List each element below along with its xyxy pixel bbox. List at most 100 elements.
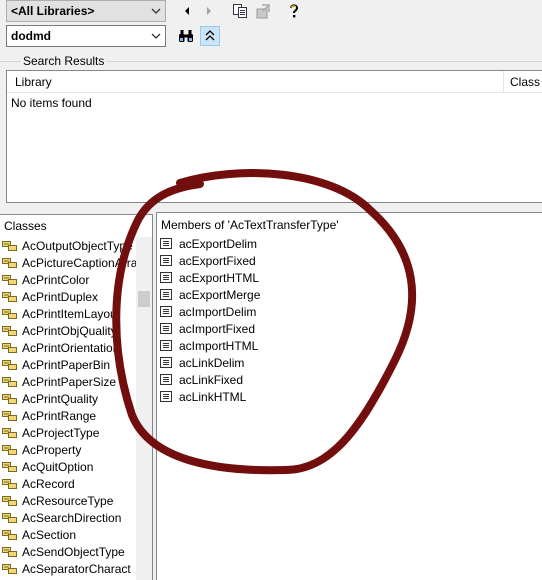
class-icon xyxy=(2,325,17,336)
class-icon xyxy=(2,563,17,574)
search-results-list[interactable]: Library Class No items found xyxy=(6,70,542,203)
class-list-item[interactable]: AcPrintDuplex xyxy=(0,288,137,305)
class-list-item[interactable]: AcPrintPaperBin xyxy=(0,356,137,373)
column-separator[interactable] xyxy=(503,71,504,92)
class-list-item[interactable]: AcPrintItemLayout xyxy=(0,305,137,322)
help-icon xyxy=(290,4,299,18)
member-name: acLinkFixed xyxy=(179,372,244,387)
forward-arrow-icon xyxy=(207,7,211,15)
chevron-up-icon xyxy=(205,30,215,41)
class-name: AcPrintObjQuality xyxy=(22,323,117,338)
classes-list[interactable]: AcOutputObjectType AcPictureCaptionArra Ac… xyxy=(0,237,137,580)
member-list-item[interactable]: acLinkHTML xyxy=(157,388,260,405)
members-pane: Members of 'AcTextTransferType' acExport… xyxy=(156,212,542,580)
class-icon xyxy=(2,478,17,489)
member-list-item[interactable]: acLinkFixed xyxy=(157,371,260,388)
member-list-item[interactable]: acImportDelim xyxy=(157,303,260,320)
class-list-item[interactable]: AcOutputObjectType xyxy=(0,237,137,254)
class-name: AcProjectType xyxy=(22,425,100,440)
members-list[interactable]: acExportDelim acExportFixed acExportHTML ac… xyxy=(157,235,260,405)
class-name: AcProperty xyxy=(22,442,82,457)
back-button[interactable] xyxy=(177,1,197,21)
class-name: AcSearchDirection xyxy=(22,510,122,525)
search-results-empty-text: No items found xyxy=(11,96,92,110)
class-icon xyxy=(2,410,17,421)
class-name: AcPrintQuality xyxy=(22,391,99,406)
class-name: AcPrintItemLayout xyxy=(22,306,121,321)
class-list-item[interactable]: AcPrintOrientation xyxy=(0,339,137,356)
view-definition-button[interactable] xyxy=(253,1,273,21)
member-name: acImportHTML xyxy=(179,338,259,353)
class-icon xyxy=(2,393,17,404)
class-icon xyxy=(2,495,17,506)
class-icon xyxy=(2,257,17,268)
class-icon xyxy=(2,359,17,370)
class-name: AcPrintDuplex xyxy=(22,289,99,304)
class-list-item[interactable]: AcPrintQuality xyxy=(0,390,137,407)
member-name: acImportFixed xyxy=(179,321,256,336)
class-name: AcPrintColor xyxy=(22,272,90,287)
enum-member-icon xyxy=(160,306,172,317)
member-list-item[interactable]: acExportFixed xyxy=(157,252,260,269)
class-icon xyxy=(2,461,17,472)
class-list-item[interactable]: AcRecord xyxy=(0,475,137,492)
binoculars-icon xyxy=(179,30,193,42)
toggle-search-results-button[interactable] xyxy=(200,26,220,46)
class-list-item[interactable]: AcSection xyxy=(0,526,137,543)
forward-button[interactable] xyxy=(199,1,219,21)
class-icon xyxy=(2,342,17,353)
member-name: acLinkDelim xyxy=(179,355,245,370)
enum-member-icon xyxy=(160,238,172,249)
chevron-down-icon xyxy=(151,33,161,39)
class-list-item[interactable]: AcProjectType xyxy=(0,424,137,441)
class-name: AcSendObjectType xyxy=(22,544,125,559)
class-name: AcQuitOption xyxy=(22,459,94,474)
copy-button[interactable] xyxy=(230,1,250,21)
member-name: acExportHTML xyxy=(179,270,260,285)
search-combo[interactable]: dodmd xyxy=(6,25,166,47)
search-results-title: Search Results xyxy=(21,54,107,68)
class-name: AcResourceType xyxy=(22,493,114,508)
class-name: AcPrintOrientation xyxy=(22,340,120,355)
member-list-item[interactable]: acImportHTML xyxy=(157,337,260,354)
member-list-item[interactable]: acExportHTML xyxy=(157,269,260,286)
class-icon xyxy=(2,308,17,319)
member-name: acLinkHTML xyxy=(179,389,247,404)
member-list-item[interactable]: acExportMerge xyxy=(157,286,260,303)
enum-member-icon xyxy=(160,289,172,300)
class-name: AcPrintPaperSize xyxy=(22,374,117,389)
class-list-item[interactable]: AcSearchDirection xyxy=(0,509,137,526)
back-arrow-icon xyxy=(185,7,189,15)
class-list-item[interactable]: AcPrintObjQuality xyxy=(0,322,137,339)
class-name: AcSeparatorCharact xyxy=(22,561,131,576)
member-list-item[interactable]: acLinkDelim xyxy=(157,354,260,371)
column-header-class[interactable]: Class xyxy=(510,75,540,89)
class-list-item[interactable]: AcPrintColor xyxy=(0,271,137,288)
enum-member-icon xyxy=(160,255,172,266)
class-list-item[interactable]: AcProperty xyxy=(0,441,137,458)
library-combo[interactable]: <All Libraries> xyxy=(6,0,166,22)
classes-scrollbar-thumb[interactable] xyxy=(138,291,150,307)
class-list-item[interactable]: AcQuitOption xyxy=(0,458,137,475)
member-list-item[interactable]: acImportFixed xyxy=(157,320,260,337)
class-name: AcOutputObjectType xyxy=(22,238,133,253)
class-list-item[interactable]: AcPrintRange xyxy=(0,407,137,424)
class-list-item[interactable]: AcSeparatorCharact xyxy=(0,560,137,577)
class-icon xyxy=(2,240,17,251)
class-list-item[interactable]: AcPictureCaptionArra xyxy=(0,254,137,271)
member-name: acExportMerge xyxy=(179,287,261,302)
class-icon xyxy=(2,512,17,523)
member-name: acExportFixed xyxy=(179,253,256,268)
classes-scrollbar[interactable] xyxy=(136,237,152,580)
help-button[interactable] xyxy=(284,1,304,21)
search-combo-value: dodmd xyxy=(11,29,51,43)
class-name: AcPrintRange xyxy=(22,408,97,423)
class-list-item[interactable]: AcSendObjectType xyxy=(0,543,137,560)
class-list-item[interactable]: AcPrintPaperSize xyxy=(0,373,137,390)
search-button[interactable] xyxy=(176,26,196,46)
class-list-item[interactable]: AcResourceType xyxy=(0,492,137,509)
column-header-library[interactable]: Library xyxy=(15,75,52,89)
class-icon xyxy=(2,274,17,285)
member-list-item[interactable]: acExportDelim xyxy=(157,235,260,252)
enum-member-icon xyxy=(160,374,172,385)
